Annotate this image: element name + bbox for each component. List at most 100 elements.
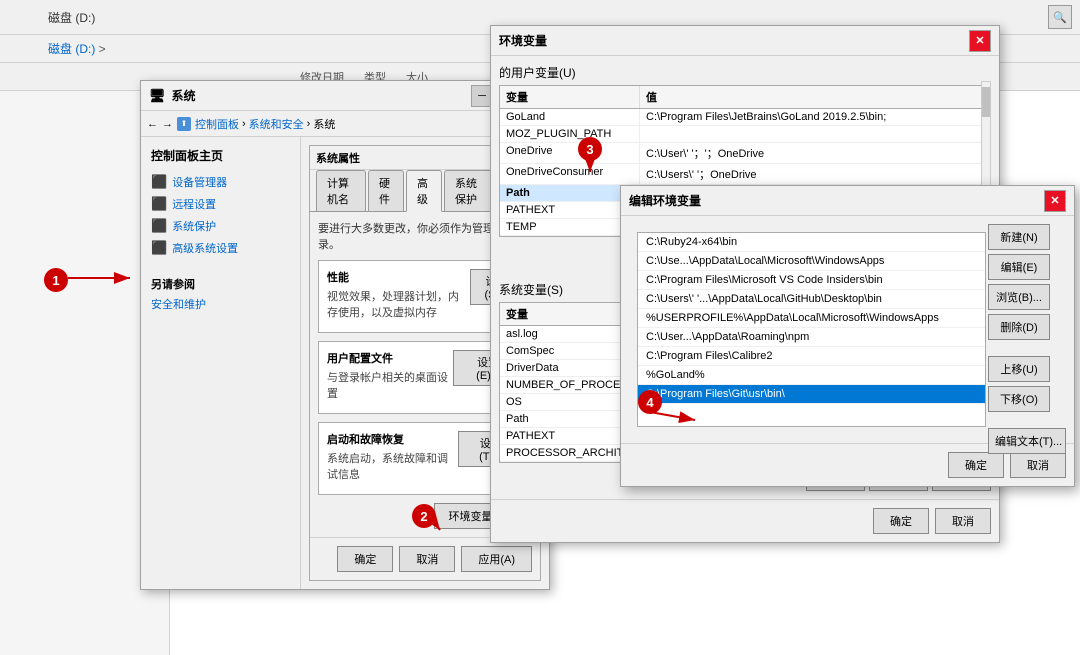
fe-bc-item[interactable]: 磁盘 (D:) bbox=[48, 42, 95, 56]
bc-system: 系统 bbox=[313, 116, 335, 132]
adv-sys-label: 高级系统设置 bbox=[172, 240, 238, 256]
system-window-titlebar: 🖥 系统 ─ □ ✕ bbox=[141, 81, 549, 111]
sys-props-ok-btn[interactable]: 确定 bbox=[337, 546, 393, 572]
bc-sep2: › bbox=[307, 118, 311, 130]
system-breadcrumb-bar: ←→ ⬆ 控制面板 › 系统和安全 › 系统 bbox=[141, 111, 549, 137]
edit-env-list[interactable]: C:\Ruby24-x64\bin C:\Use...\AppData\Loca… bbox=[637, 232, 986, 427]
annotation-2: 2 bbox=[412, 504, 436, 528]
edit-env-title: 编辑环境变量 bbox=[629, 192, 1044, 209]
annotation-3: 3 bbox=[578, 137, 602, 161]
userprofile-desc: 与登录帐户相关的桌面设置 bbox=[327, 369, 453, 401]
bc-control-panel[interactable]: 控制面板 bbox=[195, 116, 239, 132]
user-var-row-1[interactable]: MOZ_PLUGIN_PATH bbox=[500, 126, 990, 143]
edit-env-close-btn[interactable]: ✕ bbox=[1044, 190, 1066, 212]
left-menu-sys-protection[interactable]: ⬛ 系统保护 bbox=[151, 218, 290, 234]
env-vars-close-btn[interactable]: ✕ bbox=[969, 30, 991, 52]
move-up-btn[interactable]: 上移(U) bbox=[988, 356, 1050, 382]
path-row-4[interactable]: %USERPROFILE%\AppData\Local\Microsoft\Wi… bbox=[638, 309, 985, 328]
path-row-5[interactable]: C:\User...\AppData\Roaming\npm bbox=[638, 328, 985, 347]
env-vars-title: 环境变量 bbox=[499, 32, 969, 49]
user-vars-header: 变量 值 bbox=[500, 86, 990, 109]
system-left-col: 控制面板主页 ⬛ 设备管理器 ⬛ 远程设置 ⬛ 系统保护 ⬛ 高级系统设置 另请… bbox=[141, 137, 301, 589]
sys-protection-label: 系统保护 bbox=[172, 218, 216, 234]
sys-vars-col-var: 变量 bbox=[500, 303, 640, 325]
delete-path-btn[interactable]: 删除(D) bbox=[988, 314, 1050, 340]
sv6-name: PATHEXT bbox=[500, 428, 640, 444]
user-vars-scrollbar[interactable] bbox=[981, 81, 991, 196]
sys-props-cancel-btn[interactable]: 取消 bbox=[399, 546, 455, 572]
left-menu-remote-settings[interactable]: ⬛ 远程设置 bbox=[151, 196, 290, 212]
annotation-4: 4 bbox=[638, 390, 662, 414]
annotation-1: 1 bbox=[44, 268, 68, 292]
env-vars-footer: 确定 取消 bbox=[491, 499, 999, 542]
uv1-val bbox=[640, 126, 990, 142]
path-row-6[interactable]: C:\Program Files\Calibre2 bbox=[638, 347, 985, 366]
also-see-section: 另请参阅 安全和维护 bbox=[151, 276, 290, 312]
adv-sys-icon: ⬛ bbox=[151, 240, 167, 256]
path-row-2[interactable]: C:\Program Files\Microsoft VS Code Insid… bbox=[638, 271, 985, 290]
env-vars-titlebar: 环境变量 ✕ bbox=[491, 26, 999, 56]
tab-computername[interactable]: 计算机名 bbox=[316, 170, 366, 211]
left-menu-title: 控制面板主页 bbox=[151, 147, 290, 164]
tab-sysprotection[interactable]: 系统保护 bbox=[444, 170, 494, 211]
bc-sep1: › bbox=[242, 118, 246, 130]
path-row-7[interactable]: %GoLand% bbox=[638, 366, 985, 385]
edit-env-win-buttons: ✕ bbox=[1044, 190, 1066, 212]
left-menu-device-manager[interactable]: ⬛ 设备管理器 bbox=[151, 174, 290, 190]
userprofile-title: 用户配置文件 bbox=[327, 350, 453, 366]
user-var-row-2[interactable]: OneDrive C:\User\' '；'；OneDrive bbox=[500, 143, 990, 164]
fe-search-btn[interactable]: 🔍 bbox=[1048, 5, 1072, 29]
path-row-3[interactable]: C:\Users\' '...\AppData\Local\GitHub\Des… bbox=[638, 290, 985, 309]
tab-advanced[interactable]: 高级 bbox=[406, 170, 442, 212]
env-vars-win-buttons: ✕ bbox=[969, 30, 991, 52]
move-down-btn[interactable]: 下移(O) bbox=[988, 386, 1050, 412]
path-row-1[interactable]: C:\Use...\AppData\Local\Microsoft\Window… bbox=[638, 252, 985, 271]
btn-spacer bbox=[988, 344, 1066, 352]
sys-props-title: 系统属性 bbox=[316, 150, 360, 166]
edit-env-content: C:\Ruby24-x64\bin C:\Use...\AppData\Loca… bbox=[621, 216, 1074, 443]
remote-settings-icon: ⬛ bbox=[151, 196, 167, 212]
edit-text-btn[interactable]: 编辑文本(T)... bbox=[988, 428, 1066, 454]
sys-props-footer: 确定 取消 应用(A) bbox=[310, 537, 540, 580]
browse-path-btn[interactable]: 浏览(B)... bbox=[988, 284, 1050, 310]
env-vars-cancel-btn[interactable]: 取消 bbox=[935, 508, 991, 534]
edit-env-cancel-btn[interactable]: 取消 bbox=[1010, 452, 1066, 478]
left-menu-adv-sys-settings[interactable]: ⬛ 高级系统设置 bbox=[151, 240, 290, 256]
perf-desc: 视觉效果，处理器计划，内存使用，以及虚拟内存 bbox=[327, 288, 470, 320]
user-var-row-0[interactable]: GoLand C:\Program Files\JetBrains\GoLand… bbox=[500, 109, 990, 126]
path-row-0[interactable]: C:\Ruby24-x64\bin bbox=[638, 233, 985, 252]
new-path-btn[interactable]: 新建(N) bbox=[988, 224, 1050, 250]
sv5-name: Path bbox=[500, 411, 640, 427]
path-row-8[interactable]: C:\Program Files\Git\usr\bin\ bbox=[638, 385, 985, 404]
edit-env-ok-btn[interactable]: 确定 bbox=[948, 452, 1004, 478]
uv4-name: Path bbox=[500, 185, 640, 201]
sv4-name: OS bbox=[500, 394, 640, 410]
uv3-val: C:\Users\' '；OneDrive bbox=[640, 164, 990, 184]
uv2-val: C:\User\' '；'；OneDrive bbox=[640, 143, 990, 163]
sys-protection-icon: ⬛ bbox=[151, 218, 167, 234]
bc-security[interactable]: 系统和安全 bbox=[249, 116, 304, 132]
tab-hardware[interactable]: 硬件 bbox=[368, 170, 404, 211]
sv1-name: ComSpec bbox=[500, 343, 640, 359]
also-see-title: 另请参阅 bbox=[151, 276, 290, 292]
env-vars-ok-btn[interactable]: 确定 bbox=[873, 508, 929, 534]
edit-env-side-buttons: 新建(N) 编辑(E) 浏览(B)... 删除(D) 上移(U) 下移(O) 编… bbox=[988, 224, 1066, 454]
remote-settings-label: 远程设置 bbox=[172, 196, 216, 212]
user-vars-col-var: 变量 bbox=[500, 86, 640, 108]
uv2-name: OneDrive bbox=[500, 143, 640, 163]
sv7-name: PROCESSOR_ARCHIT... bbox=[500, 445, 640, 461]
user-var-row-3[interactable]: OneDriveConsumer C:\Users\' '；OneDrive bbox=[500, 164, 990, 185]
user-vars-col-val: 值 bbox=[640, 86, 990, 108]
edit-env-window: 编辑环境变量 ✕ C:\Ruby24-x64\bin C:\Use...\App… bbox=[620, 185, 1075, 487]
sv0-name: asl.log bbox=[500, 326, 640, 342]
system-main-layout: 控制面板主页 ⬛ 设备管理器 ⬛ 远程设置 ⬛ 系统保护 ⬛ 高级系统设置 另请… bbox=[141, 137, 549, 589]
uv6-name: TEMP bbox=[500, 219, 640, 235]
breadcrumb-icon: ⬆ bbox=[177, 117, 191, 131]
security-maintenance-link[interactable]: 安全和维护 bbox=[151, 296, 290, 312]
system-window-title: 系统 bbox=[172, 87, 471, 104]
fe-bc-sep: > bbox=[99, 42, 106, 56]
sys-props-apply-btn[interactable]: 应用(A) bbox=[461, 546, 532, 572]
system-props-window: 🖥 系统 ─ □ ✕ ←→ ⬆ 控制面板 › 系统和安全 › 系统 控制面板主页… bbox=[140, 80, 550, 590]
edit-path-btn[interactable]: 编辑(E) bbox=[988, 254, 1050, 280]
uv0-name: GoLand bbox=[500, 109, 640, 125]
